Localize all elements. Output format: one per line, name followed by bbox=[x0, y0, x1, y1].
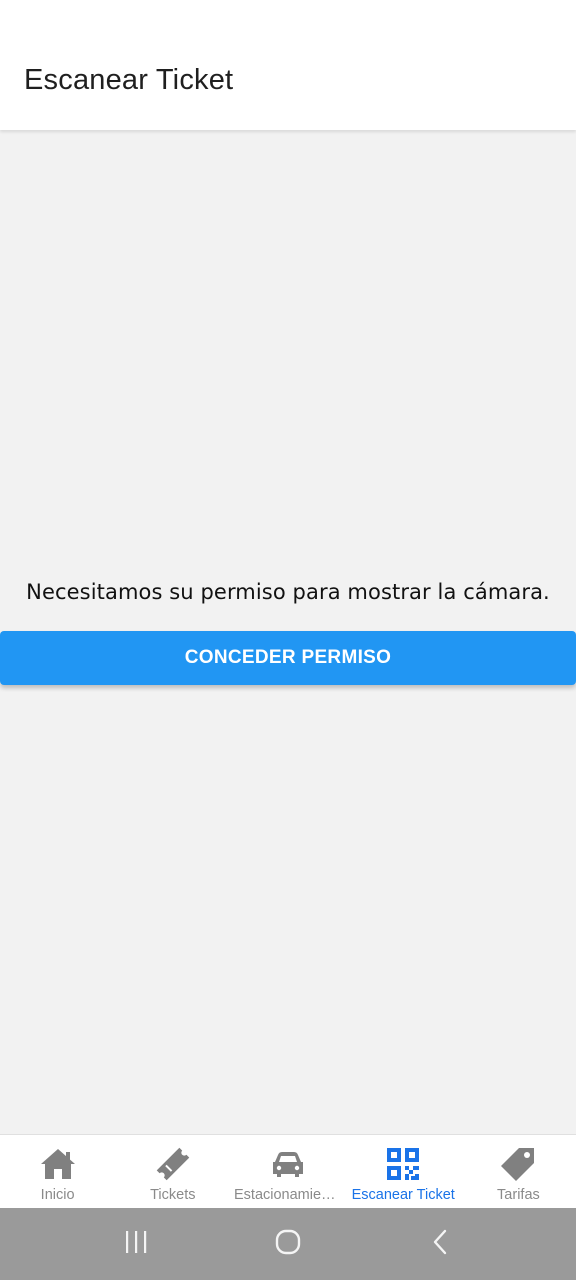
ticket-icon bbox=[154, 1145, 192, 1183]
tab-tarifas[interactable]: Tarifas bbox=[461, 1135, 576, 1208]
price-tag-icon bbox=[499, 1145, 537, 1183]
car-icon bbox=[269, 1145, 307, 1183]
recent-apps-button[interactable] bbox=[106, 1214, 166, 1274]
tab-estacionamientos[interactable]: Estacionamientos bbox=[230, 1135, 345, 1208]
page-title: Escanear Ticket bbox=[24, 64, 234, 96]
tab-label: Tarifas bbox=[497, 1187, 540, 1203]
qr-code-icon bbox=[384, 1145, 422, 1183]
tab-label: Inicio bbox=[40, 1187, 75, 1203]
tab-escanear-ticket[interactable]: Escanear Ticket bbox=[346, 1135, 461, 1208]
home-icon bbox=[39, 1145, 77, 1183]
camera-permission-message: Necesitamos su permiso para mostrar la c… bbox=[26, 580, 550, 604]
home-circle-icon bbox=[274, 1228, 302, 1261]
app-header: Escanear Ticket bbox=[0, 0, 576, 130]
grant-permission-button[interactable]: CONCEDER PERMISO bbox=[0, 631, 576, 685]
tab-inicio[interactable]: Inicio bbox=[0, 1135, 115, 1208]
system-back-button[interactable] bbox=[410, 1214, 470, 1274]
tab-tickets[interactable]: Tickets bbox=[115, 1135, 230, 1208]
bottom-tab-bar: Inicio Tickets Estacionamientos Escanear… bbox=[0, 1134, 576, 1208]
system-home-button[interactable] bbox=[258, 1214, 318, 1274]
recent-apps-icon bbox=[123, 1229, 149, 1260]
system-navigation-bar bbox=[0, 1208, 576, 1280]
back-chevron-icon bbox=[428, 1228, 452, 1261]
tab-label: Tickets bbox=[150, 1187, 196, 1203]
tab-label: Escanear Ticket bbox=[351, 1187, 455, 1203]
screen: Escanear Ticket Necesitamos su permiso p… bbox=[0, 0, 576, 1280]
tab-label: Estacionamientos bbox=[234, 1187, 342, 1203]
